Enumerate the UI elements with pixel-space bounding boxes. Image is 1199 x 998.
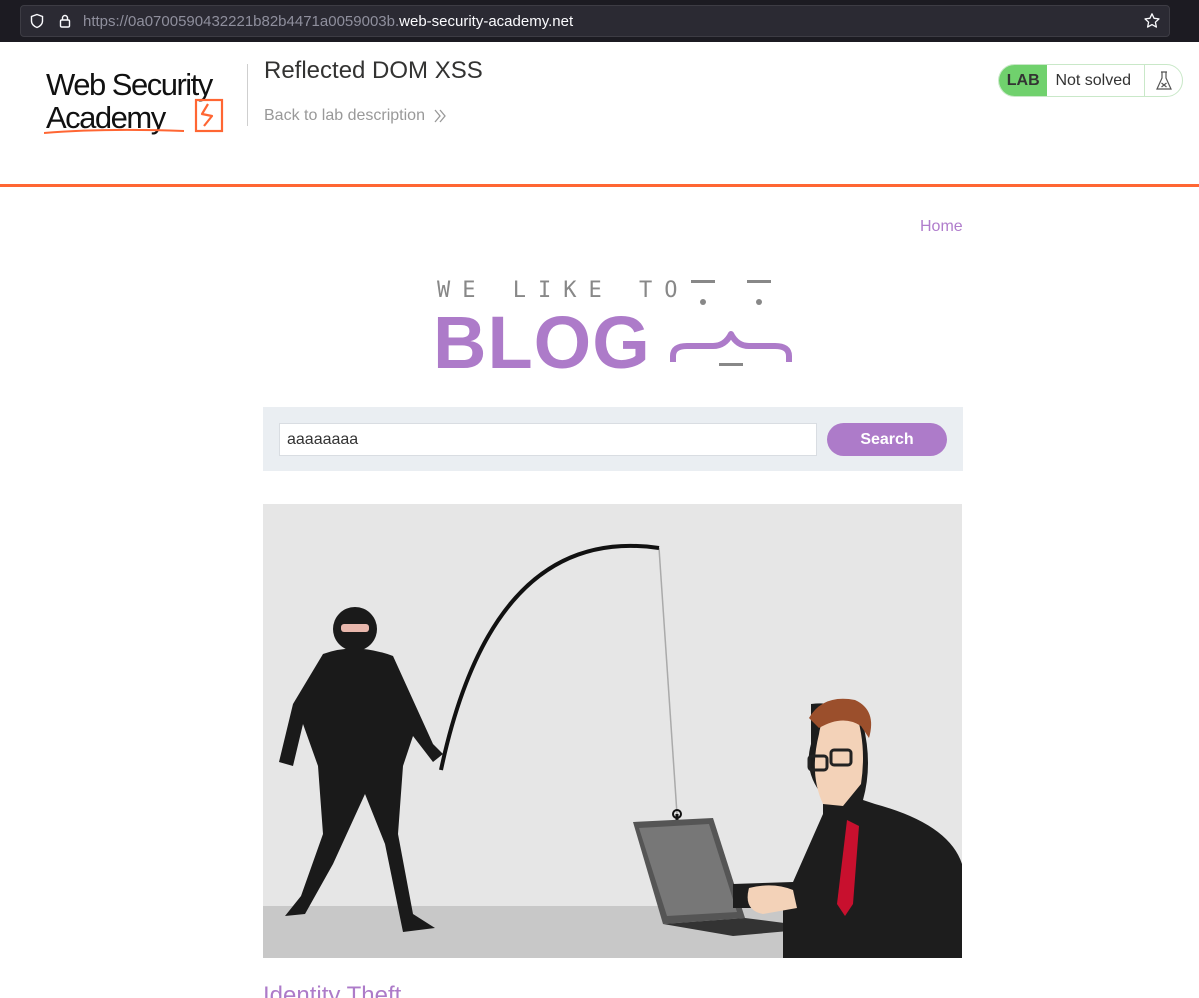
logo-line1: Web Security xyxy=(46,67,214,102)
search-form: Search xyxy=(263,407,963,471)
blog-logo-face-icon xyxy=(670,280,792,366)
back-link-label: Back to lab description xyxy=(264,107,425,124)
browser-toolbar: https://0a0700590432221b82b4471a0059003b… xyxy=(0,0,1199,42)
url-prefix: https://0a0700590432221b82b4471a0059003b… xyxy=(83,13,400,30)
search-input[interactable] xyxy=(279,423,817,456)
lab-status-text: Not solved xyxy=(1055,71,1132,89)
post-image[interactable] xyxy=(263,504,962,958)
post-title[interactable]: Identity Theft xyxy=(263,982,401,998)
bookmark-star-icon[interactable] xyxy=(1143,12,1161,30)
lab-status-widget: LAB Not solved xyxy=(998,64,1183,97)
search-button[interactable]: Search xyxy=(827,423,947,456)
lock-icon[interactable] xyxy=(57,13,73,29)
lab-title: Reflected DOM XSS xyxy=(264,57,483,84)
flask-icon xyxy=(1144,65,1182,96)
double-chevron-right-icon xyxy=(434,109,446,123)
url-text[interactable]: https://0a0700590432221b82b4471a0059003b… xyxy=(83,13,573,30)
header-divider xyxy=(247,64,248,126)
address-bar[interactable]: https://0a0700590432221b82b4471a0059003b… xyxy=(20,5,1170,37)
shield-icon[interactable] xyxy=(29,13,45,29)
academy-header: Web Security Academy Reflected DOM XSS B… xyxy=(0,42,1199,187)
lab-tag: LAB xyxy=(999,65,1048,96)
blog-logo-main: BLOG xyxy=(433,301,651,384)
nav-home-link[interactable]: Home xyxy=(920,218,963,236)
blog-logo: WE LIKE TO BLOG xyxy=(433,276,793,384)
web-security-academy-logo[interactable]: Web Security Academy xyxy=(44,62,248,138)
phishing-illustration xyxy=(263,504,962,958)
back-to-lab-description-link[interactable]: Back to lab description xyxy=(264,107,447,125)
url-domain: web-security-academy.net xyxy=(399,13,574,30)
